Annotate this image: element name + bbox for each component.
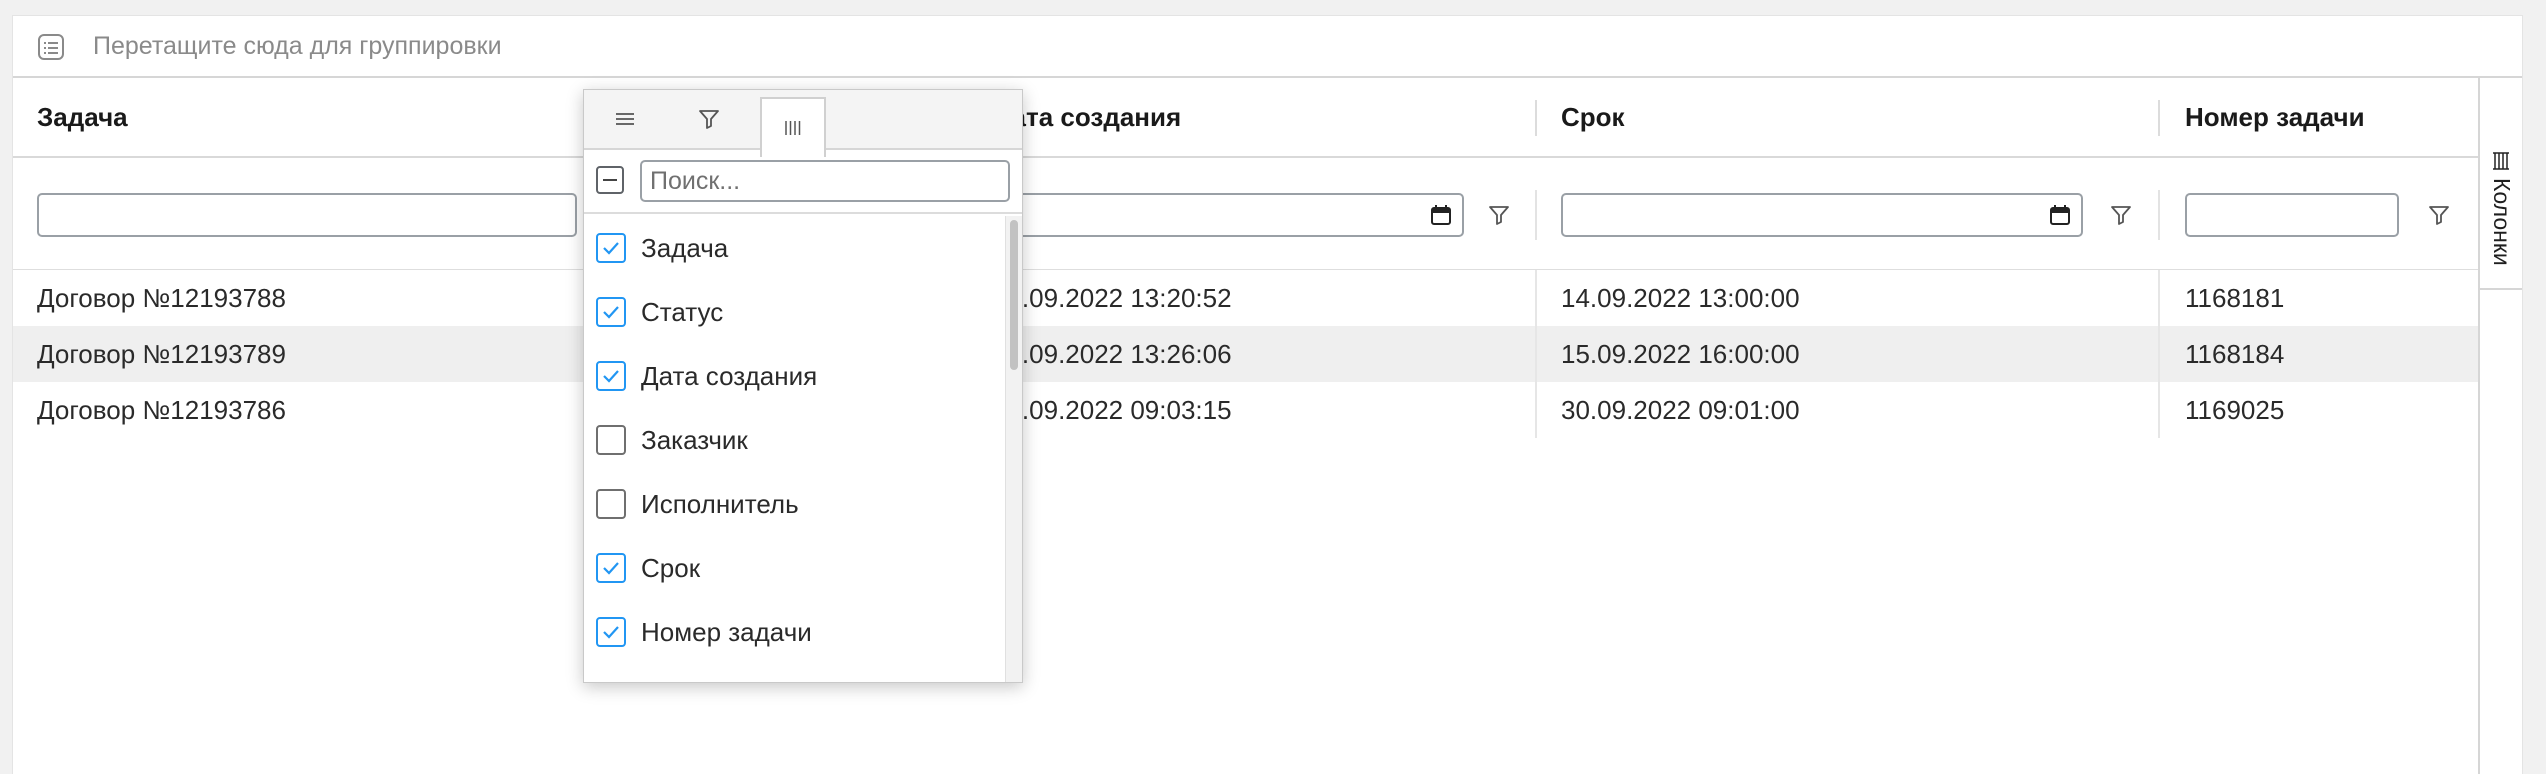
number-cell: 1168181 xyxy=(2185,283,2285,313)
created-date-filter-input[interactable] xyxy=(993,193,1464,237)
group-panel-text: Перетащите сюда для группировки xyxy=(93,32,502,60)
group-list-icon xyxy=(37,33,65,61)
number-cell: 1168184 xyxy=(2185,339,2285,369)
filter-separator xyxy=(1535,190,1537,240)
table-row[interactable]: Договор №12193789 07.09.2022 13:26:06 15… xyxy=(13,326,2478,382)
calendar-icon[interactable] xyxy=(1430,204,1452,226)
columns-side-button[interactable]: Колонки xyxy=(2478,78,2522,290)
tab-columns[interactable] xyxy=(760,97,826,157)
cell-separator xyxy=(2158,326,2160,382)
deadline-cell: 14.09.2022 13:00:00 xyxy=(1561,283,1800,313)
header-task-number[interactable]: Номер задачи xyxy=(2185,78,2365,156)
data-rows: Договор №12193788 07.09.2022 13:20:52 14… xyxy=(13,270,2478,438)
column-item-status[interactable]: Статус xyxy=(584,280,1004,344)
column-item-customer[interactable]: Заказчик xyxy=(584,408,1004,472)
column-checkbox-checked[interactable] xyxy=(596,553,626,583)
header-task[interactable]: Задача xyxy=(37,78,128,156)
group-drop-panel[interactable]: Перетащите сюда для группировки xyxy=(13,16,2522,78)
deadline-cell: 15.09.2022 16:00:00 xyxy=(1561,339,1800,369)
toggle-all-checkbox[interactable] xyxy=(596,166,624,194)
deadline-filter-input[interactable] xyxy=(1561,193,2083,237)
calendar-icon[interactable] xyxy=(2049,204,2071,226)
filter-icon xyxy=(699,110,719,129)
header-row: Задача Дата создания Срок Номер задачи xyxy=(13,78,2478,158)
table-row[interactable]: Договор №12193788 07.09.2022 13:20:52 14… xyxy=(13,270,2478,326)
column-checkbox-checked[interactable] xyxy=(596,233,626,263)
deadline-filter-icon[interactable] xyxy=(2109,203,2133,227)
scrollbar-thumb[interactable] xyxy=(1010,220,1018,370)
filter-separator xyxy=(2158,190,2160,240)
tab-general[interactable] xyxy=(592,90,658,148)
task-cell: Договор №12193788 xyxy=(37,283,286,313)
cell-separator xyxy=(1535,382,1537,438)
column-checkbox-unchecked[interactable] xyxy=(596,489,626,519)
created-cell: 29.09.2022 09:03:15 xyxy=(993,395,1232,425)
cell-separator xyxy=(2158,270,2160,326)
column-checkbox-checked[interactable] xyxy=(596,617,626,647)
column-list: Задача Статус Дата создания Заказчик Исп… xyxy=(584,216,1004,682)
filter-row xyxy=(13,158,2478,270)
header-separator[interactable] xyxy=(1535,100,1537,136)
menu-icon xyxy=(616,113,634,125)
created-date-filter-icon[interactable] xyxy=(1487,203,1511,227)
column-list-scrollbar[interactable] xyxy=(1005,216,1022,682)
column-checkbox-checked[interactable] xyxy=(596,297,626,327)
column-item-created-date[interactable]: Дата создания xyxy=(584,344,1004,408)
tab-filter[interactable] xyxy=(676,90,742,148)
data-grid: Перетащите сюда для группировки Задача Д… xyxy=(12,15,2523,774)
table-row[interactable]: Договор №12193786 29.09.2022 09:03:15 30… xyxy=(13,382,2478,438)
task-number-filter-input[interactable] xyxy=(2185,193,2399,237)
column-item-label: Задача xyxy=(641,233,729,263)
column-menu-popup: Задача Статус Дата создания Заказчик Исп… xyxy=(583,89,1023,683)
columns-side-label: Колонки xyxy=(2489,178,2515,266)
header-deadline[interactable]: Срок xyxy=(1561,78,1625,156)
column-checkbox-unchecked[interactable] xyxy=(596,425,626,455)
column-item-label: Дата создания xyxy=(641,361,818,391)
task-filter-input[interactable] xyxy=(37,193,577,237)
deadline-cell: 30.09.2022 09:01:00 xyxy=(1561,395,1800,425)
column-item-task[interactable]: Задача xyxy=(584,216,1004,280)
cell-separator xyxy=(1535,326,1537,382)
cell-separator xyxy=(2158,382,2160,438)
columns-icon xyxy=(785,121,801,135)
column-item-executor[interactable]: Исполнитель xyxy=(584,472,1004,536)
column-item-label: Срок xyxy=(641,553,701,583)
task-number-filter-icon[interactable] xyxy=(2427,203,2451,227)
columns-icon xyxy=(2490,150,2512,172)
created-cell: 07.09.2022 13:26:06 xyxy=(993,339,1232,369)
created-cell: 07.09.2022 13:20:52 xyxy=(993,283,1232,313)
task-cell: Договор №12193786 xyxy=(37,395,286,425)
cell-separator xyxy=(1535,270,1537,326)
header-separator[interactable] xyxy=(2158,100,2160,136)
column-menu-tabs xyxy=(584,90,1022,157)
number-cell: 1169025 xyxy=(2185,395,2285,425)
task-cell: Договор №12193789 xyxy=(37,339,286,369)
column-search-input[interactable] xyxy=(640,160,1010,202)
column-item-label: Заказчик xyxy=(641,425,748,455)
column-item-task-number[interactable]: Номер задачи xyxy=(584,600,1004,664)
column-item-label: Статус xyxy=(641,297,724,327)
column-checkbox-checked[interactable] xyxy=(596,361,626,391)
column-item-label: Номер задачи xyxy=(641,617,812,647)
column-item-label: Исполнитель xyxy=(641,489,799,519)
grid-body: Задача Дата создания Срок Номер задачи Д… xyxy=(13,78,2480,774)
column-item-deadline[interactable]: Срок xyxy=(584,536,1004,600)
column-search-row xyxy=(584,150,1022,214)
